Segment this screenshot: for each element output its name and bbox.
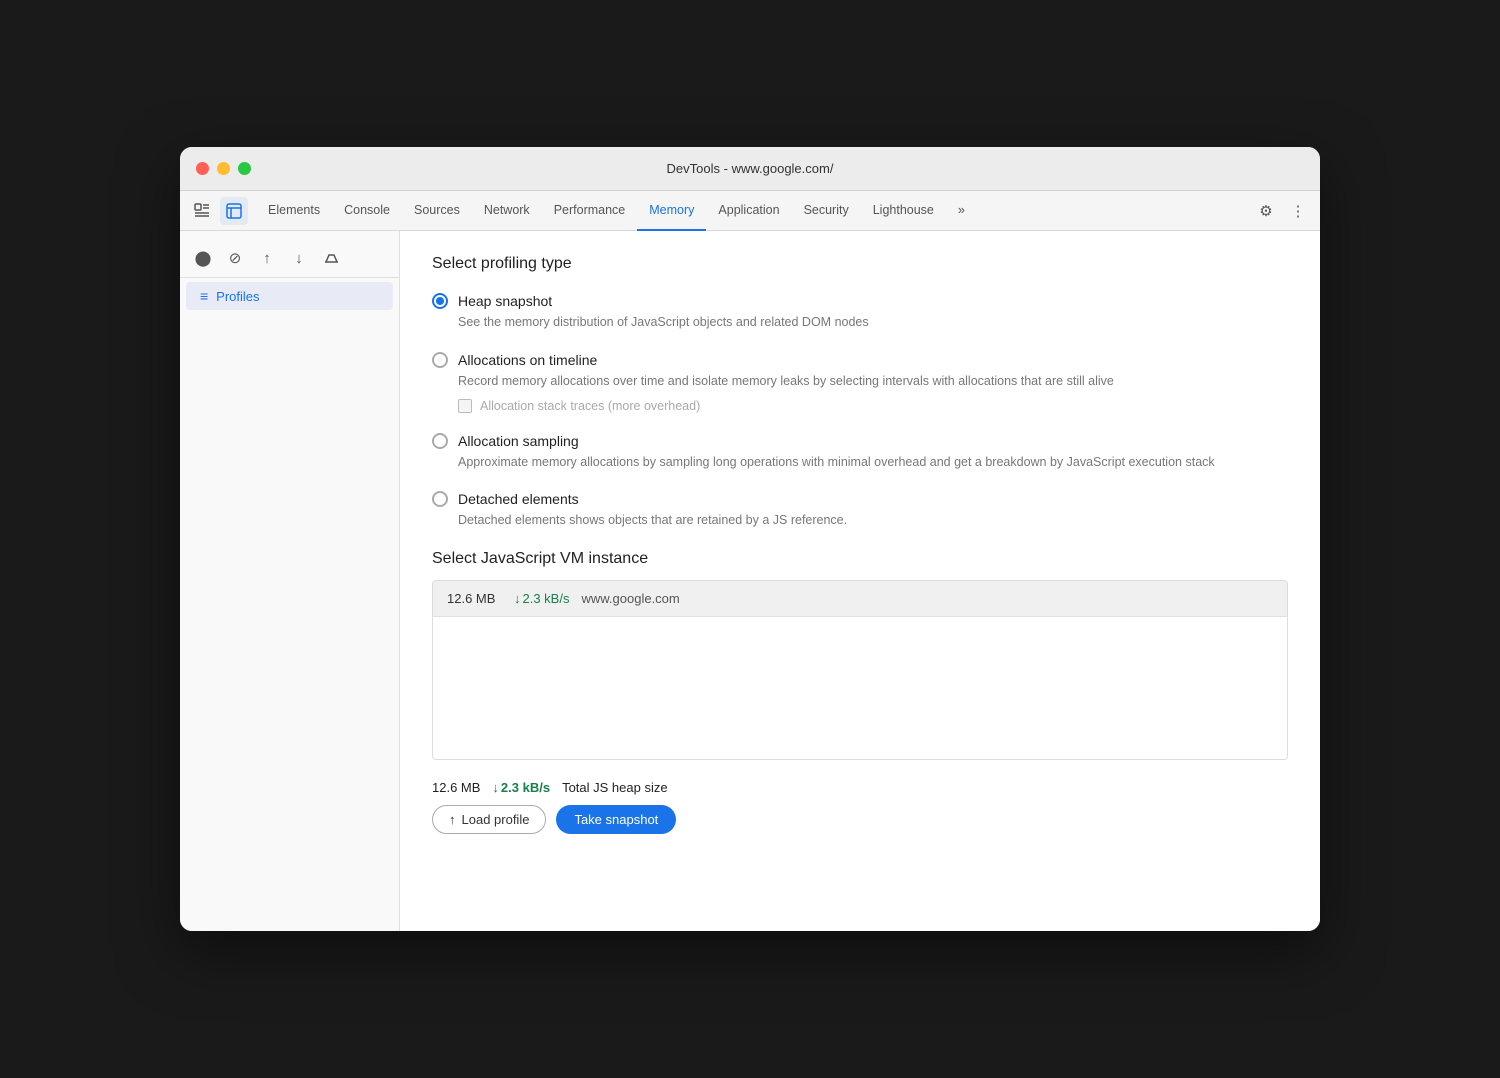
down-arrow-icon: ↓	[514, 591, 521, 606]
close-button[interactable]	[196, 162, 209, 175]
tab-elements[interactable]: Elements	[256, 191, 332, 231]
detached-elements-description: Detached elements shows objects that are…	[458, 511, 1288, 530]
footer-memory: 12.6 MB	[432, 780, 480, 795]
sidebar-toolbar: ⬤ ⊘ ↑ ↓	[180, 239, 399, 278]
inspector-icon[interactable]	[188, 197, 216, 225]
load-profile-button[interactable]: ↑ Load profile	[432, 805, 546, 834]
settings-icon[interactable]: ⚙	[1252, 197, 1280, 225]
content-area: Select profiling type Heap snapshot See …	[400, 231, 1320, 931]
checkbox-row: Allocation stack traces (more overhead)	[458, 399, 1288, 413]
traffic-lights	[196, 162, 251, 175]
tab-application[interactable]: Application	[706, 191, 791, 231]
sidebar: ⬤ ⊘ ↑ ↓ ≡ Profiles	[180, 231, 400, 931]
footer-down-arrow-icon: ↓	[492, 780, 499, 795]
tab-performance[interactable]: Performance	[542, 191, 638, 231]
allocation-stack-traces-label: Allocation stack traces (more overhead)	[480, 399, 700, 413]
stop-icon[interactable]: ⊘	[222, 245, 248, 271]
option-header-detached: Detached elements	[432, 491, 1288, 507]
allocation-sampling-label: Allocation sampling	[458, 433, 579, 449]
vm-memory: 12.6 MB	[447, 591, 502, 606]
vm-section-title: Select JavaScript VM instance	[432, 550, 1288, 568]
footer-stats: 12.6 MB ↓2.3 kB/s Total JS heap size	[432, 776, 1288, 795]
vm-rate: ↓ 2.3 kB/s	[514, 591, 569, 606]
clear-icon[interactable]	[318, 245, 344, 271]
vm-instance-list: 12.6 MB ↓ 2.3 kB/s www.google.com	[432, 580, 1288, 760]
tab-console[interactable]: Console	[332, 191, 402, 231]
tabbar: Elements Console Sources Network Perform…	[180, 191, 1320, 231]
option-header-sampling: Allocation sampling	[432, 433, 1288, 449]
window-title: DevTools - www.google.com/	[667, 161, 834, 176]
main-area: ⬤ ⊘ ↑ ↓ ≡ Profiles Select profiling type	[180, 231, 1320, 931]
allocation-sampling-description: Approximate memory allocations by sampli…	[458, 453, 1288, 472]
sidebar-item-label: Profiles	[216, 289, 259, 304]
upload-profile-icon: ↑	[449, 812, 456, 827]
maximize-button[interactable]	[238, 162, 251, 175]
option-allocation-sampling: Allocation sampling Approximate memory a…	[432, 433, 1288, 472]
record-icon[interactable]: ⬤	[190, 245, 216, 271]
select-profiling-title: Select profiling type	[432, 255, 1288, 273]
devtools-window: DevTools - www.google.com/	[180, 147, 1320, 931]
radio-allocations-timeline[interactable]	[432, 352, 448, 368]
option-heap-snapshot: Heap snapshot See the memory distributio…	[432, 293, 1288, 332]
elements-mode-icon[interactable]	[220, 197, 248, 225]
radio-heap-snapshot[interactable]	[432, 293, 448, 309]
allocation-stack-traces-checkbox[interactable]	[458, 399, 472, 413]
download-icon[interactable]: ↓	[286, 245, 312, 271]
minimize-button[interactable]	[217, 162, 230, 175]
footer-label: Total JS heap size	[562, 780, 668, 795]
tab-security[interactable]: Security	[792, 191, 861, 231]
option-header-allocations: Allocations on timeline	[432, 352, 1288, 368]
footer-buttons: ↑ Load profile Take snapshot	[432, 805, 1288, 834]
option-allocations-timeline: Allocations on timeline Record memory al…	[432, 352, 1288, 413]
allocations-timeline-label: Allocations on timeline	[458, 352, 597, 368]
tabbar-right-actions: ⚙ ⋮	[1252, 197, 1312, 225]
footer-rate: ↓2.3 kB/s	[492, 780, 550, 795]
more-options-icon[interactable]: ⋮	[1284, 197, 1312, 225]
heap-snapshot-label: Heap snapshot	[458, 293, 552, 309]
tab-sources[interactable]: Sources	[402, 191, 472, 231]
tab-memory[interactable]: Memory	[637, 191, 706, 231]
heap-snapshot-description: See the memory distribution of JavaScrip…	[458, 313, 1288, 332]
tab-network[interactable]: Network	[472, 191, 542, 231]
sidebar-item-profiles[interactable]: ≡ Profiles	[186, 282, 393, 310]
tab-lighthouse[interactable]: Lighthouse	[861, 191, 946, 231]
upload-icon[interactable]: ↑	[254, 245, 280, 271]
allocations-timeline-description: Record memory allocations over time and …	[458, 372, 1288, 391]
detached-elements-label: Detached elements	[458, 491, 579, 507]
devtools-mode-icons	[188, 197, 248, 225]
option-header-heap: Heap snapshot	[432, 293, 1288, 309]
take-snapshot-button[interactable]: Take snapshot	[556, 805, 676, 834]
titlebar: DevTools - www.google.com/	[180, 147, 1320, 191]
radio-allocation-sampling[interactable]	[432, 433, 448, 449]
option-detached-elements: Detached elements Detached elements show…	[432, 491, 1288, 530]
radio-detached-elements[interactable]	[432, 491, 448, 507]
profiles-icon: ≡	[200, 288, 208, 304]
vm-url: www.google.com	[581, 591, 679, 606]
vm-instance-item[interactable]: 12.6 MB ↓ 2.3 kB/s www.google.com	[433, 581, 1287, 617]
tab-more[interactable]: »	[946, 191, 977, 231]
